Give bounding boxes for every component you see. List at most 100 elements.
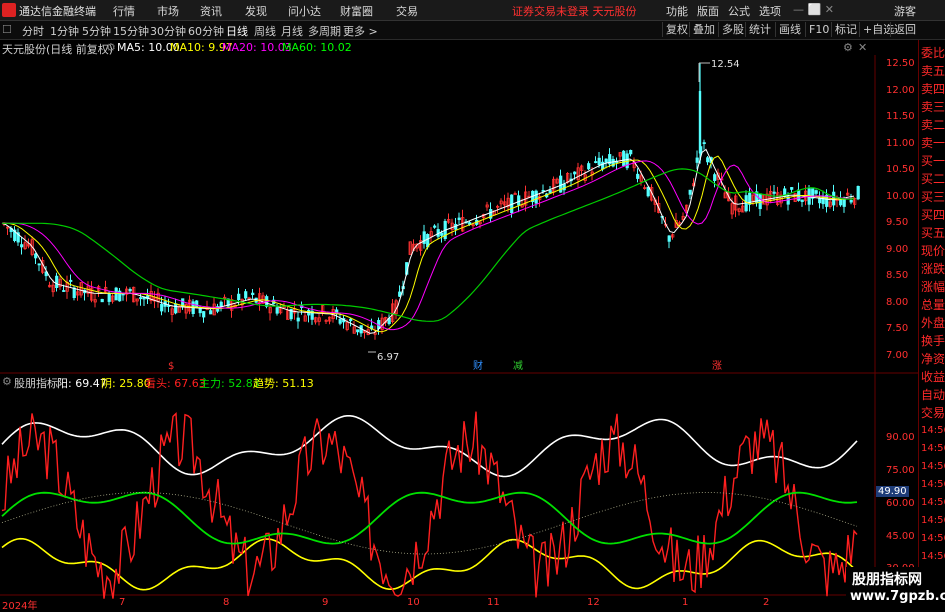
candle-body: [69, 279, 73, 282]
btn-huaxian[interactable]: 画线: [775, 22, 804, 37]
candle-body: [622, 150, 626, 167]
indicator-qushi: 趋势: 51.13: [253, 377, 314, 390]
menu-item-wenxiaoda[interactable]: 问小达: [288, 3, 321, 19]
btn-duogu[interactable]: 多股: [718, 22, 747, 37]
tick-time: 14:56: [921, 551, 945, 562]
menu-item-hangqing[interactable]: 行情: [113, 3, 135, 19]
tab-30min[interactable]: 30分钟: [150, 23, 186, 39]
menu-item-shichang[interactable]: 市场: [157, 3, 179, 19]
tab-trade[interactable]: 交易: [921, 404, 945, 422]
candle-body: [702, 142, 706, 145]
candle-body: [275, 307, 279, 314]
tab-60min[interactable]: 60分钟: [188, 23, 224, 39]
price-tick: 12.00: [886, 85, 915, 96]
candle-body: [517, 195, 521, 206]
price-tick: 10.50: [886, 164, 915, 175]
tab-1min[interactable]: 1分钟: [50, 23, 79, 39]
menu-bar: 通达信金融终端 行情 市场 资讯 发现 问小达 财富圈 交易 证券交易未登录 天…: [0, 0, 945, 21]
login-status[interactable]: 证券交易未登录 天元股份: [512, 3, 637, 19]
indicator-settings-icon[interactable]: ⚙: [2, 375, 12, 388]
watermark-url: www.7gpzb.com: [850, 589, 945, 604]
candle-body: [296, 317, 300, 322]
expand-icon[interactable]: ☐: [2, 23, 12, 36]
tab-more[interactable]: 更多 >: [343, 23, 378, 39]
app-logo-icon: [2, 3, 16, 17]
menu-item-gongneng[interactable]: 功能: [666, 3, 688, 19]
candle-body: [72, 287, 76, 299]
sidebar-item-outer: 外盘: [921, 316, 945, 330]
tab-daily[interactable]: 日线: [226, 23, 248, 39]
close-icon[interactable]: ✕: [858, 41, 867, 54]
btn-diejia[interactable]: 叠加: [689, 22, 718, 37]
sidebar-item-buy4: 买四: [921, 208, 945, 222]
menu-item-caifuquan[interactable]: 财富圈: [340, 3, 373, 19]
sidebar-item-buy2: 买二: [921, 172, 945, 186]
candle-body: [440, 232, 444, 236]
event-finance-mark[interactable]: 财: [473, 359, 483, 372]
indicator-lines: [1, 411, 858, 599]
btn-f10[interactable]: F10: [805, 22, 832, 37]
candle-body: [349, 318, 353, 322]
candle-body: [338, 319, 342, 324]
candle-body: [121, 293, 125, 296]
candle-body: [629, 149, 633, 155]
window-controls-icon[interactable]: — ⬜ ✕: [793, 3, 834, 16]
candle-body: [219, 301, 223, 307]
candle-body: [20, 244, 24, 248]
event-limit-up-mark[interactable]: 涨: [712, 360, 722, 372]
btn-biaoji[interactable]: 标记: [831, 22, 860, 37]
btn-return[interactable]: 返回: [890, 22, 919, 37]
sidebar-item-buy3: 买三: [921, 190, 945, 204]
chart-header: 天元股份(日线 前复权) ⚙ MA5: 10.00 MA10: 9.97 MA2…: [0, 41, 875, 56]
candle-body: [604, 158, 608, 163]
candle-body: [534, 190, 538, 204]
event-dividend-mark[interactable]: $: [168, 361, 174, 372]
candle-body: [818, 197, 822, 204]
chart-annotations: 12.54 6.97 $ 财 减 涨: [168, 59, 740, 372]
tab-multi-period[interactable]: 多周期: [308, 23, 341, 39]
menu-item-faxian[interactable]: 发现: [245, 3, 267, 19]
chart-settings-icon[interactable]: ⚙: [843, 41, 853, 54]
sidebar-item-weibi: 委比: [921, 46, 945, 60]
tab-weekly[interactable]: 周线: [254, 23, 276, 39]
candle-body: [601, 161, 605, 170]
ma-settings-icon[interactable]: ⚙: [106, 41, 116, 54]
indicator-name[interactable]: 股朋指标: [14, 375, 58, 391]
price-tick: 8.00: [886, 297, 909, 308]
tab-auto[interactable]: 自动: [921, 386, 945, 404]
candle-body: [587, 163, 591, 170]
candle-body: [128, 289, 132, 292]
kantou-line: [1, 411, 858, 599]
kline-chart[interactable]: 12.54 6.97 $ 财 减 涨: [0, 55, 918, 609]
price-tick: 9.50: [886, 217, 909, 228]
menu-item-zixun[interactable]: 资讯: [200, 3, 222, 19]
tab-monthly[interactable]: 月线: [281, 23, 303, 39]
indicator-tick: 60.00: [886, 498, 915, 509]
candle-body: [244, 291, 248, 299]
candle-body: [433, 225, 437, 228]
tick-time: 14:56: [921, 497, 945, 508]
sidebar-item-sell4: 卖四: [921, 82, 945, 96]
quote-sidebar: 委比 卖五 卖四 卖三 卖二 卖一 买一 买二 买三 买四 买五 现价 涨跌 涨…: [918, 40, 945, 609]
date-label: 2: [763, 597, 770, 608]
btn-fuquan[interactable]: 复权: [662, 22, 691, 37]
high-mark-label: 12.54: [711, 59, 740, 70]
date-label: 12: [587, 597, 600, 608]
candle-body: [426, 233, 430, 248]
tab-5min[interactable]: 5分钟: [82, 23, 111, 39]
tab-15min[interactable]: 15分钟: [113, 23, 149, 39]
tab-fenshi[interactable]: 分时: [22, 23, 44, 39]
event-reduce-mark[interactable]: 减: [513, 360, 523, 372]
candle-body: [237, 293, 241, 301]
site-watermark: 股朋指标网 www.7gpzb.com: [846, 567, 945, 609]
candle-body: [573, 171, 577, 175]
candle-body: [695, 157, 699, 163]
candle-body: [202, 311, 206, 318]
user-guest[interactable]: 游客: [894, 3, 916, 19]
menu-item-gongshi[interactable]: 公式: [728, 3, 750, 19]
indicator-tick: 75.00: [886, 465, 915, 476]
menu-item-jiaoyi[interactable]: 交易: [396, 3, 418, 19]
btn-tongji[interactable]: 统计: [745, 22, 774, 37]
menu-item-xuanxiang[interactable]: 选项: [759, 3, 781, 19]
menu-item-banmian[interactable]: 版面: [697, 3, 719, 19]
